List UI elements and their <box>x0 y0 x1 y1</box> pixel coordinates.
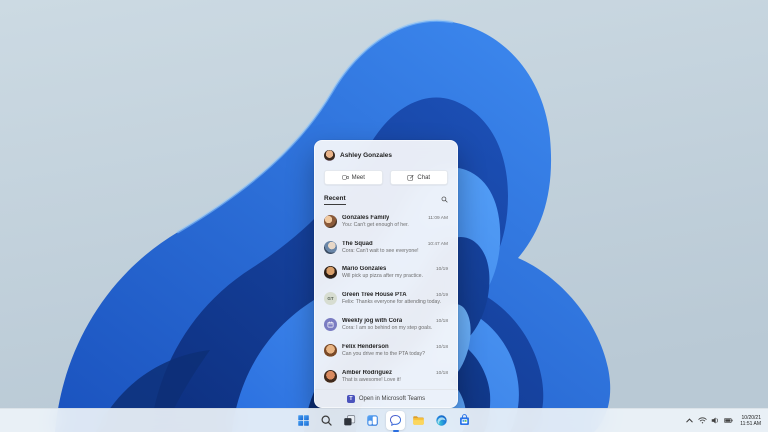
tray-icons <box>685 416 733 425</box>
microsoft-store-icon <box>460 414 469 425</box>
taskbar: 10/20/21 11:51 AM <box>0 408 768 432</box>
avatar-photo-group <box>324 240 337 254</box>
conversation-preview: That is awesome! Love it! <box>342 376 401 383</box>
teams-chat-icon <box>389 414 402 427</box>
task-view-icon <box>344 415 356 426</box>
start-button[interactable] <box>294 411 313 430</box>
conversation-time: 10/19 <box>435 293 448 299</box>
edge-browser-icon <box>436 415 447 426</box>
store-button[interactable] <box>455 411 474 430</box>
user-name: Ashley Gonzales <box>340 152 393 159</box>
conversation-row-weekly-jog[interactable]: Weekly jog with Cora 10/18 Cora: I am so… <box>315 312 457 338</box>
widgets-icon <box>367 415 378 426</box>
conversation-preview: Can you drive me to the PTA today? <box>342 350 425 357</box>
chat-button-label: Chat <box>417 174 431 181</box>
taskbar-app-icons <box>294 409 474 432</box>
avatar-photo-family <box>324 214 337 228</box>
conversation-preview: Felix: Thanks everyone for attending tod… <box>342 299 442 306</box>
conversation-row-gonzales-family[interactable]: Gonzales Family 11:09 AM You: Can't get … <box>315 209 457 235</box>
conversation-row-the-squad[interactable]: The Squad 10:47 AM Cora: Can't wait to s… <box>315 234 457 260</box>
action-row: Meet Chat <box>315 166 457 193</box>
volume-icon[interactable] <box>711 416 720 425</box>
search-button[interactable] <box>317 411 336 430</box>
edge-button[interactable] <box>432 411 451 430</box>
conversation-row-felix-henderson[interactable]: Felix Henderson 10/18 Can you drive me t… <box>315 337 457 363</box>
conversation-name: Green Tree House PTA <box>342 292 407 299</box>
compose-chat-icon <box>407 174 414 181</box>
avatar-photo-woman <box>324 369 337 383</box>
conversation-preview: Cora: I am so behind on my step goals. <box>342 325 433 332</box>
tray-date: 10/20/21 <box>741 414 761 421</box>
conversation-name: Gonzales Family <box>342 214 390 221</box>
search-taskbar-icon <box>321 415 332 426</box>
recent-tab[interactable]: Recent <box>324 195 346 205</box>
battery-icon[interactable] <box>724 416 733 425</box>
conversation-time: 10/18 <box>435 370 448 376</box>
conversation-preview: Will pick up pizza after my practice. <box>342 273 424 280</box>
meet-button[interactable]: Meet <box>324 170 383 185</box>
conversation-name: The Squad <box>342 240 373 247</box>
conversation-time: 10:47 AM <box>427 241 448 247</box>
chat-button-taskbar[interactable] <box>386 411 405 430</box>
avatar-photo-man <box>324 266 337 280</box>
conversation-time: 11:09 AM <box>428 215 448 221</box>
calendar-avatar-icon <box>324 318 337 332</box>
recent-section-header: Recent <box>315 193 457 209</box>
conversation-list: Gonzales Family 11:09 AM You: Can't get … <box>315 209 457 390</box>
chat-button[interactable]: Chat <box>389 170 448 185</box>
conversation-name: Amber Rodriguez <box>342 369 393 376</box>
desktop: Ashley Gonzales Meet Chat Recent Gonzale… <box>0 0 768 432</box>
file-explorer-button[interactable] <box>409 411 428 430</box>
teams-logo-icon: T <box>346 394 355 403</box>
conversation-name: Felix Henderson <box>342 343 389 350</box>
widgets-button[interactable] <box>363 411 382 430</box>
avatar-photo-boy <box>324 343 337 357</box>
task-view-button[interactable] <box>340 411 359 430</box>
avatar-initials: GT <box>324 292 337 306</box>
system-tray: 10/20/21 11:51 AM <box>685 409 763 432</box>
file-explorer-icon <box>413 416 424 425</box>
chevron-up-icon[interactable] <box>685 416 694 425</box>
tray-time: 11:51 AM <box>740 420 761 427</box>
conversation-row-amber-rodriguez[interactable]: Amber Rodriguez 10/18 That is awesome! L… <box>315 363 457 389</box>
conversation-time: 10/18 <box>435 319 448 325</box>
conversation-preview: Cora: Can't wait to see everyone! <box>342 247 419 254</box>
user-avatar[interactable] <box>324 150 335 161</box>
wifi-icon[interactable] <box>698 416 707 425</box>
flyout-header: Ashley Gonzales <box>315 141 457 166</box>
conversation-preview: You: Can't get enough of her. <box>342 221 409 228</box>
conversation-name: Mario Gonzales <box>342 266 387 273</box>
open-in-teams-label: Open in Microsoft Teams <box>358 395 426 402</box>
meet-button-label: Meet <box>351 174 365 181</box>
conversation-row-mario-gonzales[interactable]: Mario Gonzales 10/19 Will pick up pizza … <box>315 260 457 286</box>
search-icon[interactable] <box>441 196 448 203</box>
windows-logo-icon <box>298 415 309 426</box>
conversation-time: 10/18 <box>435 344 448 350</box>
teams-chat-flyout: Ashley Gonzales Meet Chat Recent Gonzale… <box>314 140 458 408</box>
conversation-name: Weekly jog with Cora <box>342 318 403 325</box>
open-in-teams-button[interactable]: T Open in Microsoft Teams <box>315 389 457 407</box>
video-camera-icon <box>341 175 349 180</box>
clock[interactable]: 10/20/21 11:51 AM <box>738 413 763 429</box>
conversation-time: 10/19 <box>435 267 448 273</box>
conversation-row-green-tree-house-pta[interactable]: GT Green Tree House PTA 10/19 Felix: Tha… <box>315 286 457 312</box>
